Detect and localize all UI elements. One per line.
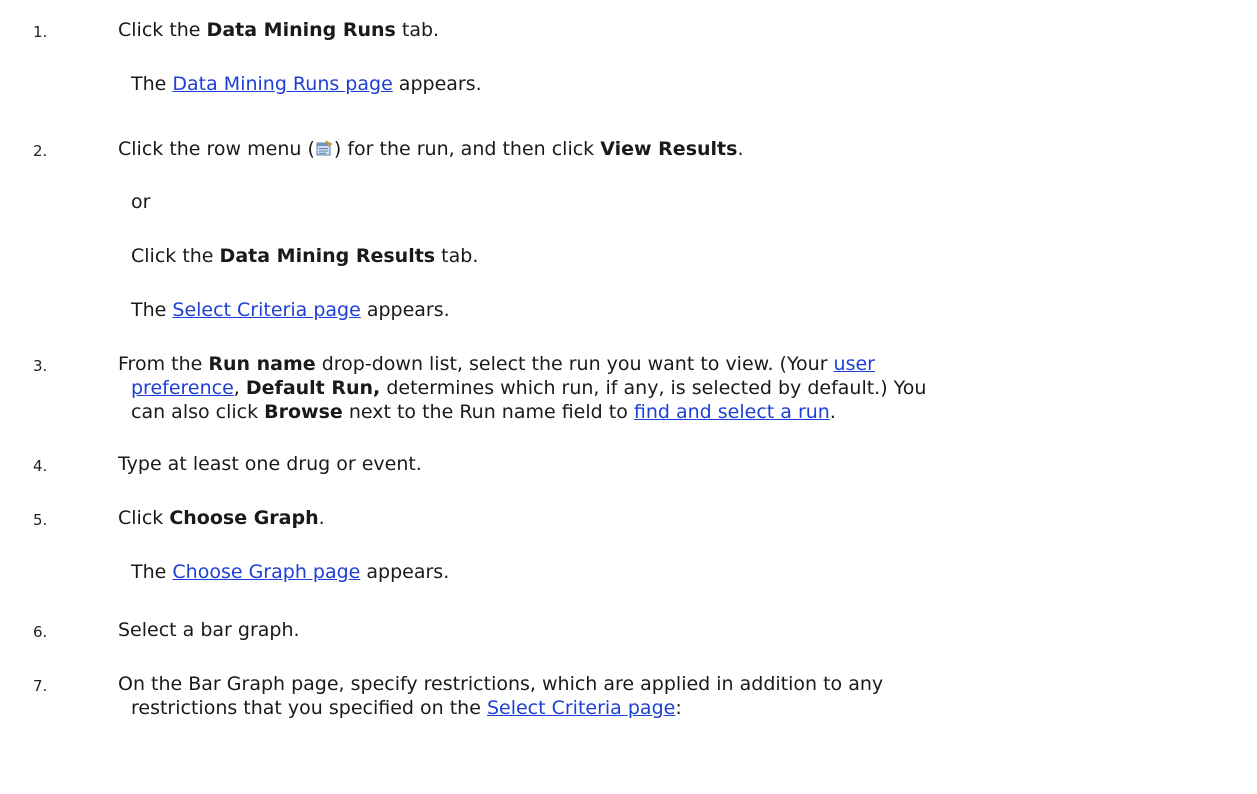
step-result: The Choose Graph page appears. bbox=[131, 561, 450, 583]
user-preference-link[interactable]: user bbox=[834, 353, 875, 375]
step-number: 3. bbox=[33, 357, 48, 375]
step-number: 4. bbox=[33, 457, 48, 475]
step-text-line-2: preference, Default Run, determines whic… bbox=[131, 377, 927, 399]
find-and-select-run-link[interactable]: find and select a run bbox=[634, 401, 830, 423]
step-text: Select a bar graph. bbox=[118, 619, 300, 641]
step-number: 7. bbox=[33, 677, 48, 695]
step-text: Click Choose Graph. bbox=[118, 507, 325, 529]
select-criteria-page-link[interactable]: Select Criteria page bbox=[172, 299, 360, 321]
step-result: The Select Criteria page appears. bbox=[131, 299, 450, 321]
step-number: 6. bbox=[33, 623, 48, 641]
choose-graph-page-link[interactable]: Choose Graph page bbox=[172, 561, 360, 583]
row-menu-icon bbox=[316, 139, 333, 156]
step-text-line-2: restrictions that you specified on the S… bbox=[131, 697, 682, 719]
step-alternative: Click the Data Mining Results tab. bbox=[131, 245, 479, 267]
step-text-line-3: can also click Browse next to the Run na… bbox=[131, 401, 836, 423]
step-result: The Data Mining Runs page appears. bbox=[131, 73, 482, 95]
tab-name: Data Mining Results bbox=[219, 245, 436, 267]
step-text-line-1: From the Run name drop-down list, select… bbox=[118, 353, 875, 375]
step-text: Type at least one drug or event. bbox=[118, 453, 422, 475]
or-text: or bbox=[131, 191, 151, 213]
step-number: 1. bbox=[33, 23, 48, 41]
tab-name: Data Mining Runs bbox=[206, 19, 396, 41]
select-criteria-page-link[interactable]: Select Criteria page bbox=[487, 697, 675, 719]
step-number: 5. bbox=[33, 511, 48, 529]
step-number: 2. bbox=[33, 142, 48, 160]
step-text: Click the Data Mining Runs tab. bbox=[118, 19, 440, 41]
step-text: Click the row menu ( ) for the run, and … bbox=[118, 138, 744, 160]
step-text-line-1: On the Bar Graph page, specify restricti… bbox=[118, 673, 884, 695]
data-mining-runs-page-link[interactable]: Data Mining Runs page bbox=[172, 73, 392, 95]
user-preference-link[interactable]: preference bbox=[131, 377, 234, 399]
